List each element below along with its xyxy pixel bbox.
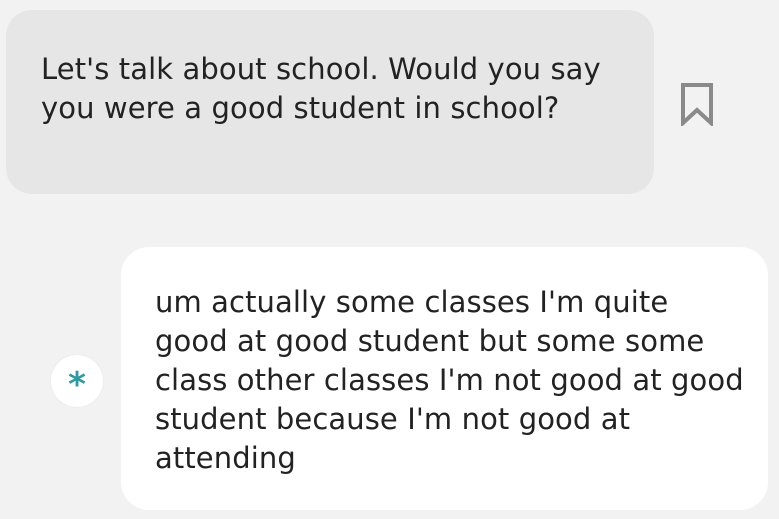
user-message-text: um actually some classes I'm quite good …: [155, 285, 744, 475]
bot-message-bubble: Let's talk about school. Would you say y…: [6, 10, 654, 194]
avatar: *: [51, 355, 103, 407]
bookmark-icon-shape: [681, 83, 713, 128]
bookmark-icon[interactable]: [680, 82, 714, 128]
asterisk-icon: *: [68, 365, 86, 405]
bot-message-text: Let's talk about school. Would you say y…: [41, 52, 601, 125]
user-message-bubble: um actually some classes I'm quite good …: [121, 247, 768, 510]
